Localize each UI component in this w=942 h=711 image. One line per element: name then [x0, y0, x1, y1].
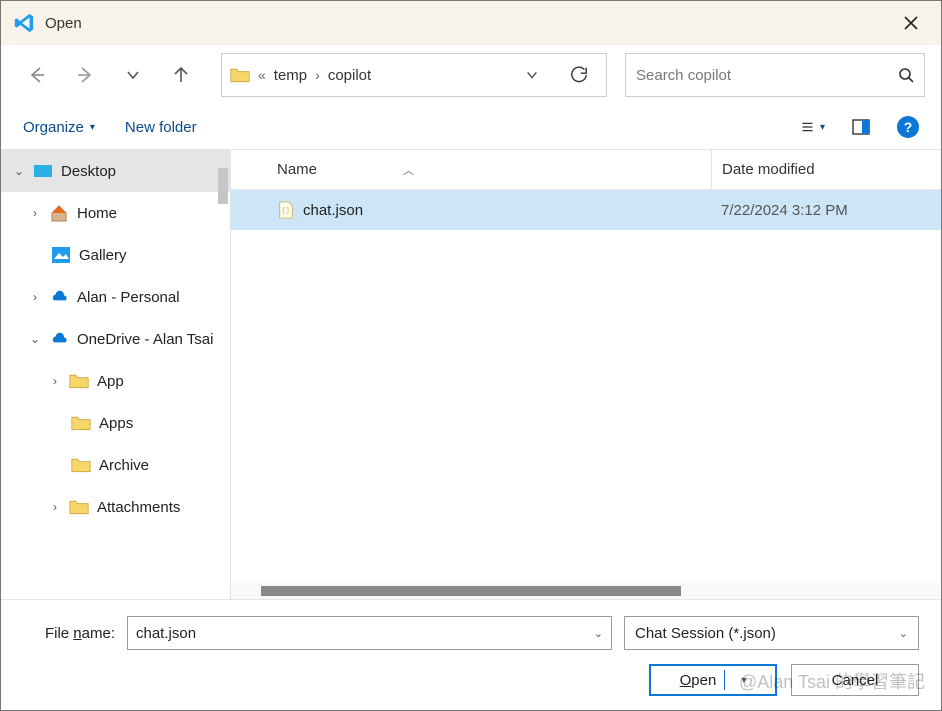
dialog-title: Open — [45, 15, 82, 32]
filename-value: chat.json — [136, 625, 196, 642]
horizontal-scrollbar[interactable] — [231, 583, 941, 599]
sidebar-label: Gallery — [79, 247, 127, 264]
sidebar-item-gallery[interactable]: Gallery — [1, 234, 230, 276]
column-header-name[interactable]: Name ︿ — [277, 161, 711, 178]
filename-input[interactable]: chat.json ⌄ — [127, 616, 612, 650]
svg-text:{ }: { } — [282, 206, 289, 215]
sidebar-item-apps[interactable]: Apps — [1, 402, 230, 444]
file-list-area: Name ︿ Date modified { } chat.json 7/22/… — [231, 150, 941, 599]
main-content: ⌄ Desktop › Home Gallery › Alan - Person… — [1, 149, 941, 599]
navigation-sidebar[interactable]: ⌄ Desktop › Home Gallery › Alan - Person… — [1, 150, 231, 599]
gallery-icon — [51, 245, 71, 265]
desktop-icon — [33, 161, 53, 181]
folder-icon — [69, 371, 89, 391]
command-bar: Organize▾ New folder ▾ ? — [1, 105, 941, 149]
breadcrumb-temp[interactable]: temp — [274, 67, 307, 84]
up-arrow-icon — [171, 65, 191, 85]
filename-label: File name: — [23, 625, 115, 642]
recent-locations-button[interactable] — [113, 55, 153, 95]
sidebar-label: App — [97, 373, 124, 390]
chevron-down-icon: ⌄ — [899, 627, 908, 640]
sidebar-item-alan-personal[interactable]: › Alan - Personal — [1, 276, 230, 318]
file-date: 7/22/2024 3:12 PM — [711, 202, 941, 219]
folder-icon — [230, 66, 250, 84]
close-icon — [903, 15, 919, 31]
folder-icon — [69, 497, 89, 517]
preview-pane-icon — [852, 118, 870, 136]
breadcrumb-separator: › — [315, 67, 320, 83]
hscroll-thumb[interactable] — [261, 586, 681, 596]
organize-button[interactable]: Organize▾ — [23, 119, 95, 136]
vscode-icon — [13, 12, 35, 34]
breadcrumb-copilot[interactable]: copilot — [328, 67, 371, 84]
new-folder-button[interactable]: New folder — [125, 119, 197, 136]
onedrive-icon — [49, 329, 69, 349]
title-bar: Open — [1, 1, 941, 45]
chevron-right-icon: › — [49, 374, 61, 388]
chevron-right-icon: › — [29, 206, 41, 220]
chevron-down-icon: ⌄ — [13, 164, 25, 178]
filetype-value: Chat Session (*.json) — [635, 625, 776, 642]
chevron-down-icon — [525, 68, 539, 82]
sidebar-item-attachments[interactable]: › Attachments — [1, 486, 230, 528]
sidebar-scrollbar-thumb[interactable] — [218, 168, 228, 204]
onedrive-icon — [49, 287, 69, 307]
home-icon — [49, 203, 69, 223]
file-list-body[interactable]: { } chat.json 7/22/2024 3:12 PM — [231, 190, 941, 583]
refresh-button[interactable] — [560, 56, 598, 94]
preview-pane-button[interactable] — [849, 115, 873, 139]
sort-indicator-icon: ︿ — [403, 162, 414, 178]
chevron-down-icon: ⌄ — [594, 627, 603, 640]
back-arrow-icon — [27, 65, 47, 85]
sidebar-item-app[interactable]: › App — [1, 360, 230, 402]
forward-button[interactable] — [65, 55, 105, 95]
back-button[interactable] — [17, 55, 57, 95]
close-button[interactable] — [889, 1, 933, 45]
chevron-down-icon — [125, 67, 141, 83]
sidebar-label: OneDrive - Alan Tsai — [77, 331, 213, 348]
sidebar-label: Desktop — [61, 163, 116, 180]
address-dropdown[interactable] — [512, 55, 552, 95]
list-view-icon — [801, 118, 814, 136]
folder-icon — [71, 413, 91, 433]
search-icon — [898, 67, 914, 83]
sidebar-item-desktop[interactable]: ⌄ Desktop — [1, 150, 230, 192]
sidebar-label: Home — [77, 205, 117, 222]
chevron-right-icon: › — [29, 290, 41, 304]
open-file-dialog: Open « temp › copilot — [0, 0, 942, 711]
file-list-header[interactable]: Name ︿ Date modified — [231, 150, 941, 190]
sidebar-item-onedrive[interactable]: ⌄ OneDrive - Alan Tsai — [1, 318, 230, 360]
help-button[interactable]: ? — [897, 116, 919, 138]
bottom-panel: File name: chat.json ⌄ Chat Session (*.j… — [1, 599, 941, 710]
search-input[interactable]: Search copilot — [625, 53, 925, 97]
file-name: chat.json — [303, 202, 363, 219]
folder-icon — [71, 455, 91, 475]
sidebar-item-home[interactable]: › Home — [1, 192, 230, 234]
sidebar-label: Alan - Personal — [77, 289, 180, 306]
column-header-date[interactable]: Date modified — [711, 150, 941, 189]
chevron-down-icon: ▾ — [741, 675, 746, 686]
sidebar-label: Attachments — [97, 499, 180, 516]
cancel-button[interactable]: Cancel — [791, 664, 919, 696]
filetype-select[interactable]: Chat Session (*.json) ⌄ — [624, 616, 919, 650]
sidebar-item-archive[interactable]: Archive — [1, 444, 230, 486]
file-row[interactable]: { } chat.json 7/22/2024 3:12 PM — [231, 190, 941, 230]
navigation-toolbar: « temp › copilot Search copilot — [1, 45, 941, 105]
refresh-icon — [570, 66, 588, 84]
json-file-icon: { } — [277, 201, 295, 219]
view-options-button[interactable]: ▾ — [801, 115, 825, 139]
forward-arrow-icon — [75, 65, 95, 85]
sidebar-label: Archive — [99, 457, 149, 474]
address-bar[interactable]: « temp › copilot — [221, 53, 607, 97]
up-button[interactable] — [161, 55, 201, 95]
chevron-right-icon: › — [49, 500, 61, 514]
chevron-down-icon: ⌄ — [29, 332, 41, 346]
breadcrumb-overflow: « — [258, 67, 266, 83]
open-button[interactable]: Open ▾ — [649, 664, 777, 696]
sidebar-label: Apps — [99, 415, 133, 432]
search-placeholder: Search copilot — [636, 67, 731, 84]
